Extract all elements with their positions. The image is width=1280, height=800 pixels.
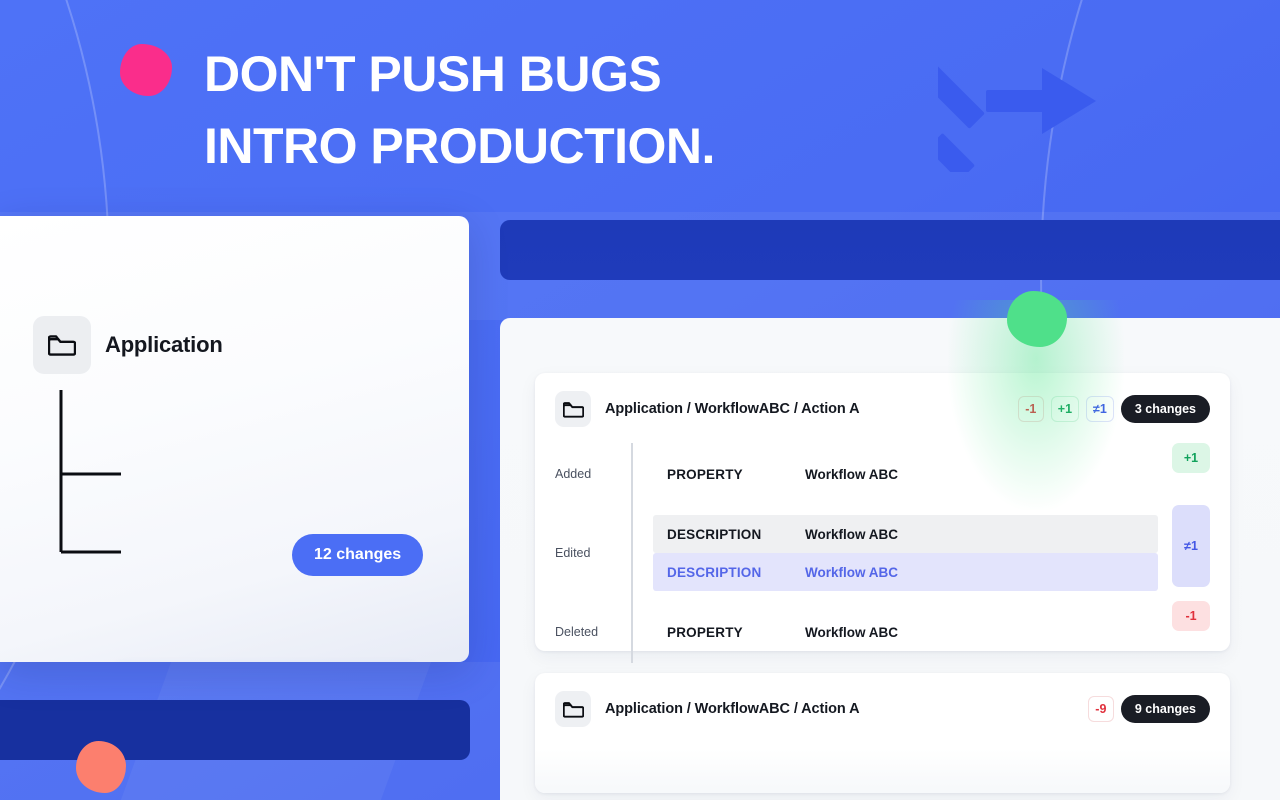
coral-blob-decoration — [76, 741, 126, 793]
diff-value: Workflow ABC — [805, 624, 898, 640]
pink-blob-decoration — [120, 44, 172, 96]
diff-row-deleted: Deleted PROPERTY Workflow ABC -1 — [535, 601, 1230, 663]
card-badges: -9 9 changes — [1087, 695, 1210, 723]
diff-key: DESCRIPTION — [667, 526, 762, 542]
badge-deleted: -1 — [1017, 396, 1044, 422]
diff-line: PROPERTY Workflow ABC — [653, 613, 1158, 651]
diff-row-added: Added PROPERTY Workflow ABC +1 — [535, 443, 1230, 505]
diff-row-body: DESCRIPTION Workflow ABC DESCRIPTION Wor… — [653, 505, 1158, 601]
diff-value: Workflow ABC — [805, 466, 898, 482]
diff-row-rule — [631, 443, 633, 505]
diff-row-tag: +1 — [1172, 443, 1210, 473]
tree-connector-lines — [59, 390, 121, 554]
badge-edited: ≠1 — [1086, 396, 1114, 422]
diff-card: Application / WorkflowABC / Action A -9 … — [535, 673, 1230, 793]
diff-key: PROPERTY — [667, 624, 743, 640]
workflow-tree-panel: Application 12 changes Workflow ABC — [0, 216, 469, 662]
diff-value: Workflow ABC — [805, 526, 898, 542]
diff-row-tag: ≠1 — [1172, 505, 1210, 587]
merge-arrow-icon — [938, 61, 1096, 172]
card-badges: -1 +1 ≠1 3 changes — [1017, 395, 1210, 423]
diff-detail-panel: Application / WorkflowABC / Action A -1 … — [500, 318, 1280, 800]
navy-bar-top — [500, 220, 1280, 280]
diff-key: DESCRIPTION — [667, 564, 762, 580]
diff-row-rule — [631, 601, 633, 663]
hero-header: DON'T PUSH BUGS INTRO PRODUCTION. — [0, 0, 1280, 212]
diff-row-body: PROPERTY Workflow ABC — [653, 601, 1158, 663]
page-title: DON'T PUSH BUGS INTRO PRODUCTION. — [204, 46, 715, 174]
card-count-pill[interactable]: 9 changes — [1120, 695, 1210, 723]
breadcrumb: Application / WorkflowABC / Action A — [605, 701, 860, 717]
diff-line: PROPERTY Workflow ABC — [653, 455, 1158, 493]
diff-line-old: DESCRIPTION Workflow ABC — [653, 515, 1158, 553]
card-count-pill[interactable]: 3 changes — [1120, 395, 1210, 423]
card-fade-overlay — [535, 749, 1230, 793]
green-blob-decoration — [1007, 291, 1067, 347]
diff-value: Workflow ABC — [805, 564, 898, 580]
diff-row-label: Deleted — [555, 625, 599, 639]
diff-row-tag: -1 — [1172, 601, 1210, 631]
diff-row-label: Added — [555, 467, 592, 481]
badge-deleted: -9 — [1087, 696, 1114, 722]
diff-row-label: Edited — [555, 546, 591, 560]
diff-card-header[interactable]: Application / WorkflowABC / Action A -9 … — [535, 673, 1230, 743]
diff-row-rule — [631, 505, 633, 601]
diff-card-header[interactable]: Application / WorkflowABC / Action A -1 … — [535, 373, 1230, 443]
diff-row-edited: Edited DESCRIPTION Workflow ABC DESCRIPT… — [535, 505, 1230, 601]
diff-card: Application / WorkflowABC / Action A -1 … — [535, 373, 1230, 663]
diff-row-body: PROPERTY Workflow ABC — [653, 443, 1158, 505]
badge-added: +1 — [1050, 396, 1080, 422]
breadcrumb: Application / WorkflowABC / Action A — [605, 401, 860, 417]
diff-line-new: DESCRIPTION Workflow ABC — [653, 553, 1158, 591]
folder-icon — [555, 691, 591, 727]
navy-bar-bottom — [0, 700, 470, 760]
folder-icon — [555, 391, 591, 427]
diff-key: PROPERTY — [667, 466, 743, 482]
